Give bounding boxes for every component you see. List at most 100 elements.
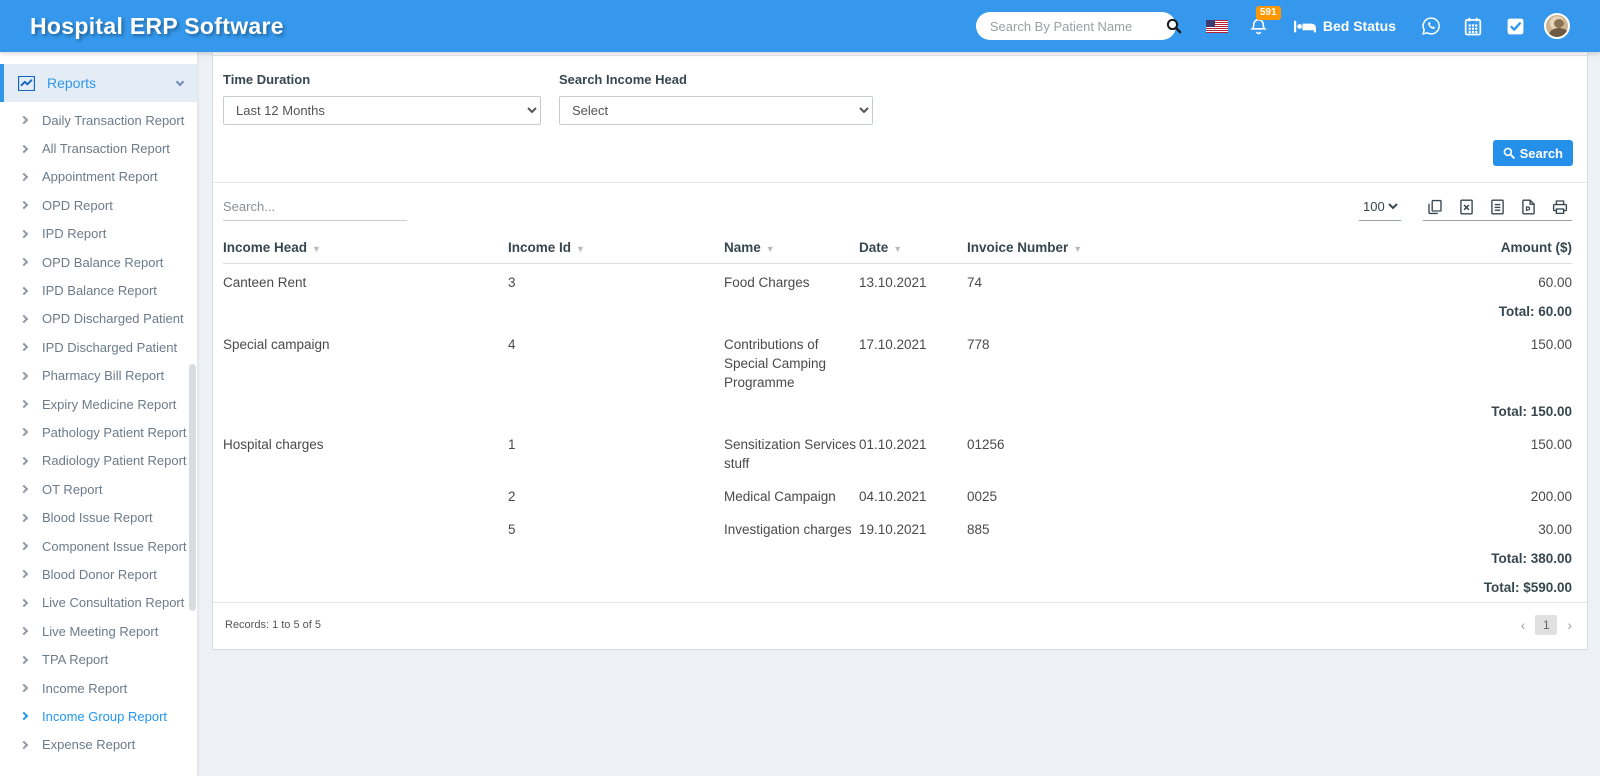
tasks-check-icon: [1506, 17, 1525, 36]
sidebar-item-ipd-balance-report[interactable]: IPD Balance Report: [0, 276, 197, 304]
sidebar-item-label: OPD Report: [42, 197, 113, 213]
chevron-right-icon: [19, 428, 29, 437]
patient-search-box[interactable]: [975, 12, 1182, 40]
cell-name: Contributions of Special Camping Program…: [724, 337, 827, 390]
time-duration-select[interactable]: Last 12 Months: [223, 96, 541, 125]
sidebar-item-all-transaction-report[interactable]: All Transaction Report: [0, 134, 197, 162]
column-header-income-id[interactable]: Income Id ▼: [508, 231, 724, 264]
column-header-invoice-number[interactable]: Invoice Number ▼: [967, 231, 1181, 264]
language-flag-button[interactable]: [1196, 19, 1238, 33]
chevron-right-icon: [19, 115, 29, 125]
cell-income-id: 5: [508, 522, 516, 537]
sidebar-item-opd-discharged-patient[interactable]: OPD Discharged Patient: [0, 305, 197, 333]
user-avatar: [1544, 13, 1570, 39]
sidebar-scrollbar[interactable]: [189, 364, 196, 611]
sidebar-item-blood-issue-report[interactable]: Blood Issue Report: [0, 503, 197, 531]
time-duration-label: Time Duration: [223, 72, 311, 87]
cell-invoice-number: 778: [967, 337, 990, 352]
table-search-input[interactable]: [223, 197, 407, 221]
pagination-next-icon[interactable]: ›: [1567, 618, 1572, 632]
pagination: ‹ 1 ›: [1521, 615, 1572, 635]
main-content: Income Group Report Time Duration Last 1…: [197, 0, 1600, 650]
grand-total-row: Total: $590.00: [223, 573, 1572, 602]
sidebar-item-expense-report[interactable]: Expense Report: [0, 731, 197, 759]
sidebar-item-pathology-patient-report[interactable]: Pathology Patient Report: [0, 418, 197, 446]
sidebar-item-blood-donor-report[interactable]: Blood Donor Report: [0, 560, 197, 588]
sidebar-item-tpa-report[interactable]: TPA Report: [0, 645, 197, 673]
sidebar-item-radiology-patient-report[interactable]: Radiology Patient Report: [0, 447, 197, 475]
column-header-income-head[interactable]: Income Head ▼: [223, 231, 508, 264]
app-title: Hospital ERP Software: [30, 12, 284, 39]
table-toolbar: 100: [213, 183, 1587, 231]
whatsapp-button[interactable]: [1410, 16, 1452, 36]
print-icon[interactable]: [1552, 199, 1568, 215]
sidebar-item-component-issue-report[interactable]: Component Issue Report: [0, 532, 197, 560]
cell-amount: 150.00: [1530, 337, 1572, 352]
sidebar-item-live-consultation-report[interactable]: Live Consultation Report: [0, 589, 197, 617]
table-header-row: Income Head ▼ Income Id ▼ Name ▼ Date ▼ Invoice …: [223, 231, 1572, 264]
bed-status-button[interactable]: Bed Status: [1293, 18, 1396, 34]
sidebar-item-ipd-discharged-patient[interactable]: IPD Discharged Patient: [0, 333, 197, 361]
sort-icon: ▼: [1073, 244, 1083, 254]
excel-icon[interactable]: [1459, 199, 1474, 215]
sidebar-item-ot-report[interactable]: OT Report: [0, 475, 197, 503]
cell-income-id: 1: [508, 437, 516, 452]
table-row: 2 Medical Campaign 04.10.2021 0025 200.00: [223, 478, 1572, 511]
chevron-right-icon: [19, 570, 29, 579]
sidebar-item-ipd-report[interactable]: IPD Report: [0, 220, 197, 248]
cell-date: 13.10.2021: [859, 275, 927, 290]
sidebar-item-pharmacy-bill-report[interactable]: Pharmacy Bill Report: [0, 362, 197, 390]
chevron-right-icon: [19, 655, 29, 664]
table-row: Special campaign 4 Contributions of Specia…: [223, 326, 1572, 397]
search-button[interactable]: Search: [1492, 140, 1573, 166]
sidebar-item-label: Blood Issue Report: [42, 510, 153, 526]
pdf-icon[interactable]: [1521, 199, 1536, 215]
cell-income-head: [223, 511, 508, 544]
sidebar-item-income-group-report[interactable]: Income Group Report: [0, 702, 197, 730]
sidebar-item-label: Daily Transaction Report: [42, 112, 185, 128]
cell-name: Food Charges: [724, 275, 810, 290]
table-row: Canteen Rent 3 Food Charges 13.10.2021 74 60.…: [223, 264, 1572, 298]
chevron-right-icon: [19, 626, 29, 636]
report-table: Income Head ▼ Income Id ▼ Name ▼ Date ▼ Invoice …: [223, 231, 1572, 602]
patient-search-input[interactable]: [989, 18, 1166, 34]
app-header: Hospital ERP Software 591 Bed Status: [0, 0, 1600, 52]
sidebar-item-expiry-medicine-report[interactable]: Expiry Medicine Report: [0, 390, 197, 418]
cell-name: Investigation charges: [724, 522, 852, 537]
report-panel: Income Group Report Time Duration Last 1…: [212, 12, 1588, 650]
tasks-button[interactable]: [1494, 17, 1536, 36]
sidebar-item-income-report[interactable]: Income Report: [0, 674, 197, 702]
sort-icon: ▼: [893, 244, 903, 254]
sort-icon: ▼: [576, 244, 585, 254]
column-header-name[interactable]: Name ▼: [724, 231, 859, 264]
pagination-page-1[interactable]: 1: [1535, 615, 1558, 635]
chevron-right-icon: [19, 399, 29, 409]
chevron-right-icon: [19, 343, 29, 352]
pagination-prev-icon[interactable]: ‹: [1521, 618, 1526, 632]
chevron-right-icon: [19, 740, 29, 750]
sidebar-item-appointment-report[interactable]: Appointment Report: [0, 163, 197, 191]
page-size-select[interactable]: 100: [1359, 198, 1401, 215]
sort-icon: ▼: [312, 244, 321, 254]
chevron-right-icon: [19, 314, 29, 324]
copy-icon[interactable]: [1427, 199, 1443, 215]
sidebar-item-opd-balance-report[interactable]: OPD Balance Report: [0, 248, 197, 276]
chevron-right-icon: [19, 598, 29, 608]
cell-invoice-number: 0025: [967, 489, 998, 504]
column-header-date[interactable]: Date ▼: [859, 231, 967, 264]
total-value: Total: 60.00: [1498, 304, 1572, 319]
csv-icon[interactable]: [1490, 199, 1505, 215]
income-head-select[interactable]: Select: [559, 96, 873, 125]
table-body: Canteen Rent 3 Food Charges 13.10.2021 74 60.…: [223, 264, 1572, 603]
notifications-button[interactable]: 591: [1238, 6, 1281, 36]
sidebar-item-daily-transaction-report[interactable]: Daily Transaction Report: [0, 106, 197, 134]
calendar-button[interactable]: [1452, 17, 1494, 36]
sidebar-section-reports[interactable]: Reports: [0, 64, 197, 102]
search-icon[interactable]: [1166, 18, 1182, 34]
cell-income-head: Canteen Rent: [223, 275, 307, 290]
sidebar-item-label: Expense Report: [42, 737, 136, 753]
sidebar-item-label: Expiry Medicine Report: [42, 396, 177, 412]
profile-button[interactable]: [1536, 13, 1578, 39]
sidebar-item-opd-report[interactable]: OPD Report: [0, 191, 197, 219]
sidebar-item-live-meeting-report[interactable]: Live Meeting Report: [0, 617, 197, 645]
